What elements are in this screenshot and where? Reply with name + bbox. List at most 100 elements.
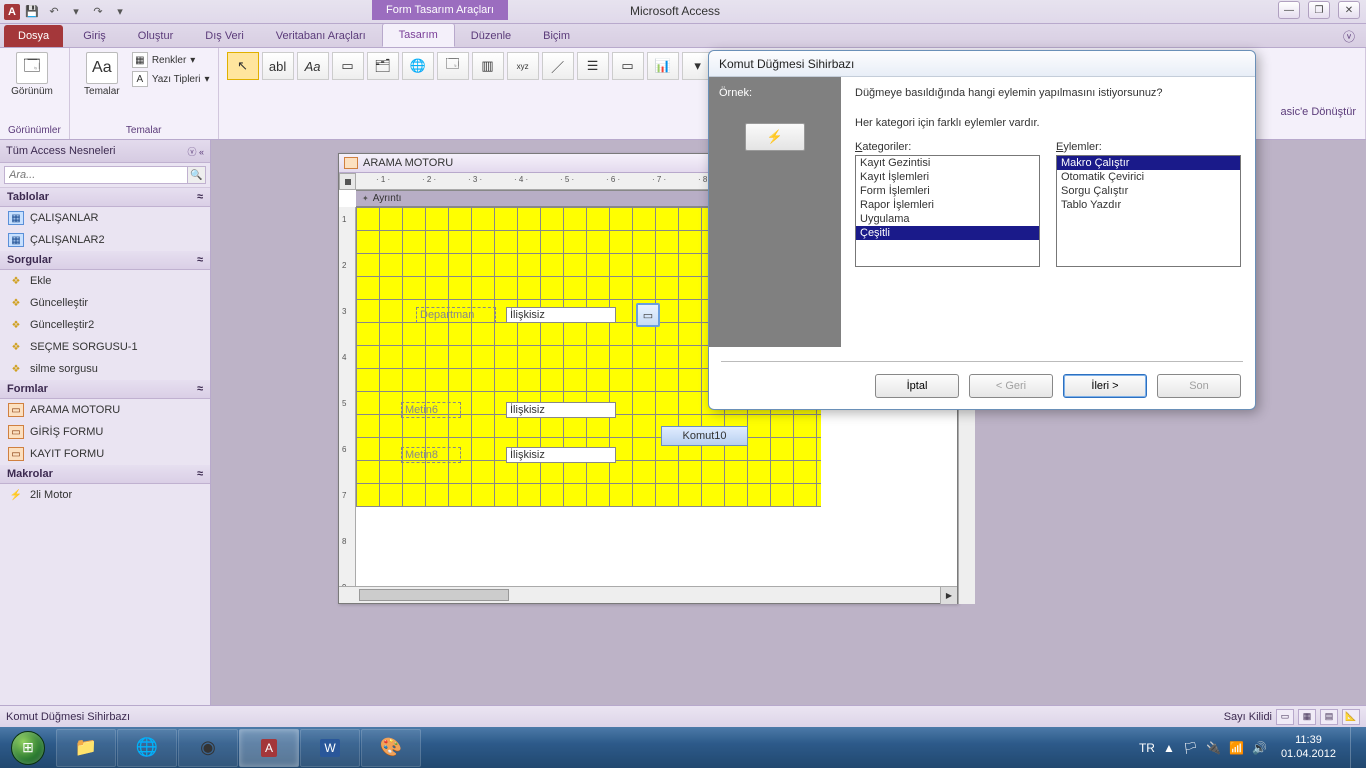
tab-dbtools[interactable]: Veritabanı Araçları <box>260 25 382 47</box>
ribbon-help-icon[interactable]: ⓥ <box>1332 26 1366 47</box>
tray-up-icon[interactable]: ▲ <box>1163 741 1175 755</box>
tray-volume-icon[interactable]: 🔊 <box>1252 741 1267 755</box>
finish-button[interactable]: Son <box>1157 374 1241 398</box>
task-paint[interactable]: 🎨 <box>361 729 421 767</box>
action-item[interactable]: Tablo Yazdır <box>1057 198 1240 212</box>
tray-flag-icon[interactable]: 🏳 <box>1183 741 1198 755</box>
restore-button[interactable]: ❐ <box>1308 1 1330 19</box>
nav-category[interactable]: Formlar≈ <box>0 380 210 399</box>
label-metin8[interactable]: Metin8 <box>401 447 461 463</box>
task-ie[interactable]: 🌐 <box>117 729 177 767</box>
control-chart-icon[interactable]: 📊 <box>647 52 679 80</box>
nav-item[interactable]: ❖silme sorgusu <box>0 358 210 380</box>
control-nav-icon[interactable]: 🗔 <box>437 52 469 80</box>
colors-button[interactable]: ▦Renkler ▾ <box>132 52 210 68</box>
category-item[interactable]: Kayıt İşlemleri <box>856 170 1039 184</box>
task-access[interactable]: A <box>239 729 299 767</box>
search-input[interactable] <box>4 166 188 184</box>
tab-create[interactable]: Oluştur <box>122 25 189 47</box>
undo-icon[interactable]: ↶ <box>46 4 62 20</box>
nav-item[interactable]: ⚡2li Motor <box>0 484 210 506</box>
view-button[interactable]: 🗔 Görünüm <box>8 52 56 97</box>
tray-power-icon[interactable]: 🔌 <box>1206 741 1221 755</box>
textbox-1[interactable]: İlişkisiz <box>506 307 616 323</box>
nav-category[interactable]: Sorgular≈ <box>0 251 210 270</box>
control-button-icon[interactable]: ▭ <box>332 52 364 80</box>
tab-arrange[interactable]: Düzenle <box>455 25 527 47</box>
action-item[interactable]: Sorgu Çalıştır <box>1057 184 1240 198</box>
category-item[interactable]: Rapor İşlemleri <box>856 198 1039 212</box>
nav-item[interactable]: ▭KAYIT FORMU <box>0 443 210 465</box>
nav-category[interactable]: Makrolar≈ <box>0 465 210 484</box>
category-item[interactable]: Form İşlemleri <box>856 184 1039 198</box>
control-tab-icon[interactable]: 🗂 <box>367 52 399 80</box>
tab-design[interactable]: Tasarım <box>382 23 455 47</box>
nav-item[interactable]: ❖Ekle <box>0 270 210 292</box>
ruler-vertical[interactable]: 123456789 <box>339 207 356 586</box>
qat-more-icon[interactable]: ▾ <box>68 4 84 20</box>
nav-category[interactable]: Tablolar≈ <box>0 188 210 207</box>
label-metin6[interactable]: Metin6 <box>401 402 461 418</box>
nav-item[interactable]: ❖Güncelleştir2 <box>0 314 210 336</box>
tab-home[interactable]: Giriş <box>67 25 122 47</box>
control-option-icon[interactable]: ▥ <box>472 52 504 80</box>
show-desktop-button[interactable] <box>1350 727 1362 768</box>
control-list-icon[interactable]: ☰ <box>577 52 609 80</box>
ruler-corner[interactable] <box>339 173 356 190</box>
start-button[interactable]: ⊞ <box>0 727 56 768</box>
control-textbox-icon[interactable]: abl <box>262 52 294 80</box>
nav-header[interactable]: Tüm Access Nesneleri ⓥ « <box>0 140 210 163</box>
control-select-icon[interactable]: ↖ <box>227 52 259 80</box>
view-datasheet-icon[interactable]: ▦ <box>1298 709 1316 725</box>
scroll-thumb[interactable] <box>359 589 509 601</box>
nav-item[interactable]: ▦ÇALIŞANLAR <box>0 207 210 229</box>
minimize-button[interactable]: — <box>1278 1 1300 19</box>
themes-button[interactable]: Aa Temalar <box>78 52 126 97</box>
control-rect-icon[interactable]: ▭ <box>612 52 644 80</box>
wizard-titlebar[interactable]: Komut Düğmesi Sihirbazı <box>709 51 1255 77</box>
back-button[interactable]: < Geri <box>969 374 1053 398</box>
category-item[interactable]: Kayıt Gezintisi <box>856 156 1039 170</box>
nav-item[interactable]: ▦ÇALIŞANLAR2 <box>0 229 210 251</box>
categories-listbox[interactable]: Kayıt GezintisiKayıt İşlemleriForm İşlem… <box>855 155 1040 267</box>
category-item[interactable]: Çeşitli <box>856 226 1039 240</box>
cancel-button[interactable]: İptal <box>875 374 959 398</box>
nav-item[interactable]: ▭ARAMA MOTORU <box>0 399 210 421</box>
label-departman[interactable]: Departman <box>416 307 496 323</box>
control-line-icon[interactable]: ／ <box>542 52 574 80</box>
control-combo-icon[interactable]: xyz <box>507 52 539 80</box>
category-item[interactable]: Uygulama <box>856 212 1039 226</box>
redo-icon[interactable]: ↷ <box>90 4 106 20</box>
task-explorer[interactable]: 📁 <box>56 729 116 767</box>
tab-external[interactable]: Dış Veri <box>189 25 260 47</box>
qat-customize-icon[interactable]: ▾ <box>112 4 128 20</box>
view-layout-icon[interactable]: ▤ <box>1320 709 1338 725</box>
save-icon[interactable]: 💾 <box>24 4 40 20</box>
control-label-icon[interactable]: Aa <box>297 52 329 80</box>
task-chrome[interactable]: ◉ <box>178 729 238 767</box>
actions-listbox[interactable]: Makro ÇalıştırOtomatik ÇeviriciSorgu Çal… <box>1056 155 1241 267</box>
nav-item[interactable]: ❖Güncelleştir <box>0 292 210 314</box>
search-icon[interactable]: 🔍 <box>188 166 206 184</box>
control-link-icon[interactable]: 🌐 <box>402 52 434 80</box>
textbox-2[interactable]: İlişkisiz <box>506 402 616 418</box>
tray-clock[interactable]: 11:39 01.04.2012 <box>1275 734 1342 760</box>
file-tab[interactable]: Dosya <box>4 25 63 47</box>
scroll-right-icon[interactable]: ▶ <box>940 587 957 604</box>
view-form-icon[interactable]: ▭ <box>1276 709 1294 725</box>
form-button-small[interactable]: ▭ <box>636 303 660 327</box>
fonts-button[interactable]: AYazı Tipleri ▾ <box>132 71 210 87</box>
nav-item[interactable]: ❖SEÇME SORGUSU-1 <box>0 336 210 358</box>
nav-expand-icon[interactable]: ⓥ « <box>187 145 204 158</box>
tray-lang[interactable]: TR <box>1139 741 1155 755</box>
tab-format[interactable]: Biçim <box>527 25 586 47</box>
next-button[interactable]: İleri > <box>1063 374 1147 398</box>
textbox-3[interactable]: İlişkisiz <box>506 447 616 463</box>
tray-network-icon[interactable]: 📶 <box>1229 741 1244 755</box>
view-design-icon[interactable]: 📐 <box>1342 709 1360 725</box>
action-item[interactable]: Makro Çalıştır <box>1057 156 1240 170</box>
action-item[interactable]: Otomatik Çevirici <box>1057 170 1240 184</box>
task-word[interactable]: W <box>300 729 360 767</box>
nav-item[interactable]: ▭GİRİŞ FORMU <box>0 421 210 443</box>
command-button-komut10[interactable]: Komut10 <box>661 426 748 446</box>
